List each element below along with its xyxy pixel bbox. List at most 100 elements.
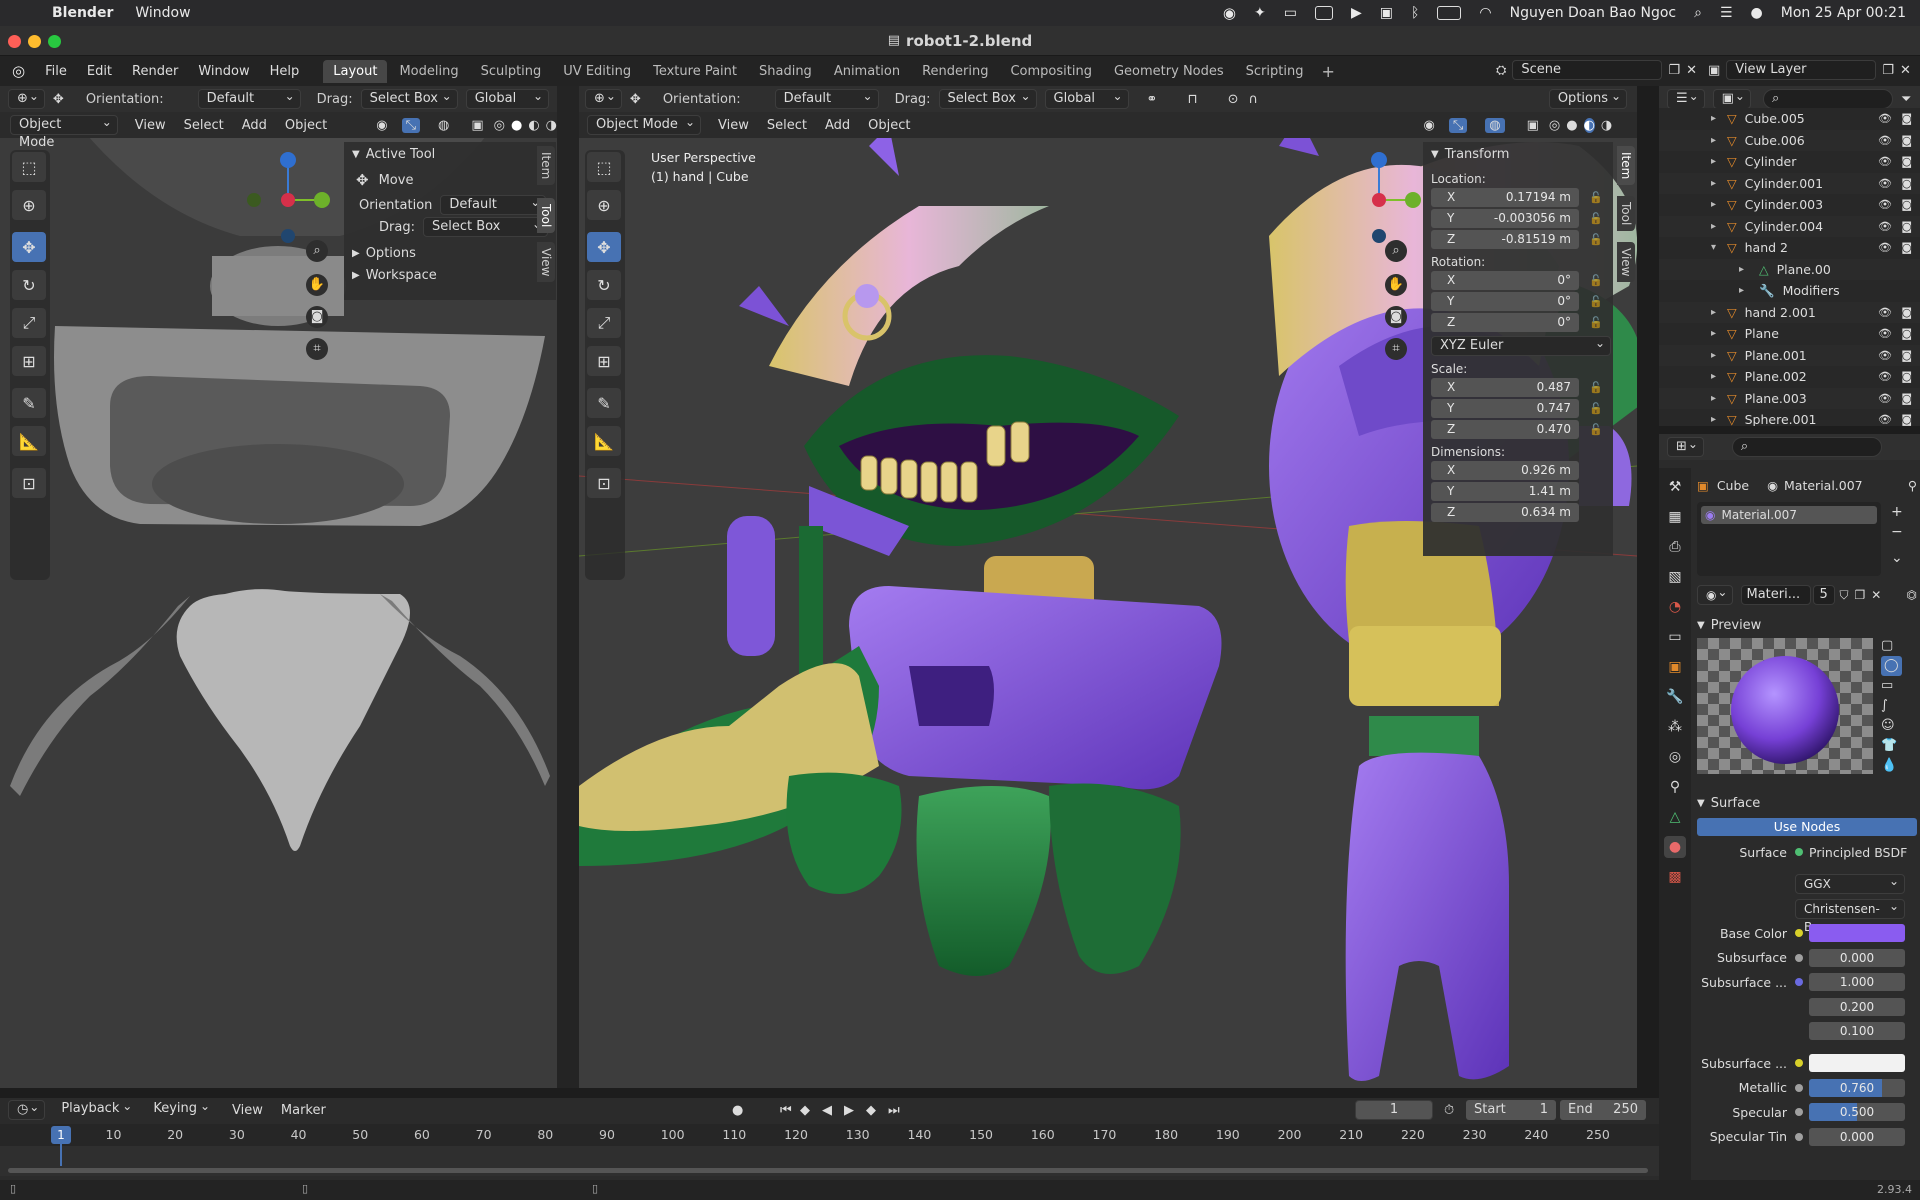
left-drag-dropdown[interactable]: Select Box	[360, 87, 458, 109]
stopwatch-icon[interactable]: ⏱	[1444, 1103, 1454, 1118]
visibility-icon[interactable]: 👁	[1878, 370, 1892, 383]
control-center-icon[interactable]: ☰	[1720, 5, 1733, 21]
outliner-item[interactable]: ▸ ▽ hand 2.001 👁 ◙	[1659, 301, 1920, 323]
main-orientation-dropdown[interactable]: Default	[774, 87, 879, 109]
left-select-box-tool[interactable]: ⬚	[12, 152, 46, 182]
world-props-icon[interactable]: ▭	[1664, 626, 1686, 648]
outliner-item[interactable]: ▸ ▽ Cylinder.004 👁 ◙	[1659, 215, 1920, 237]
main-move-icon[interactable]: ✥	[630, 92, 641, 107]
lock-icon[interactable]: 🔓	[1589, 402, 1603, 415]
tab-layout[interactable]: Layout	[323, 59, 388, 83]
subsurface-radius-z[interactable]: 0.100	[1809, 1022, 1905, 1040]
distribution-dropdown[interactable]: GGX	[1795, 872, 1905, 894]
left-add-cube-tool[interactable]: ⊡	[12, 468, 46, 498]
outliner-item[interactable]: ▸ ▽ Cylinder 👁 ◙	[1659, 151, 1920, 173]
dimensions-z-field[interactable]: Z 0.634 m	[1431, 503, 1579, 522]
jump-start-icon[interactable]: ⏮	[780, 1103, 792, 1118]
rotation-y-field[interactable]: Y 0°	[1431, 292, 1579, 311]
expand-icon[interactable]: ▶	[352, 248, 360, 259]
outliner-item[interactable]: ▾ ▽ hand 2 👁 ◙	[1659, 237, 1920, 259]
render-visibility-icon[interactable]: ◙	[1901, 413, 1912, 426]
left-tab-item[interactable]: Item	[537, 146, 555, 186]
outliner-display-mode[interactable]: ▣	[1712, 87, 1751, 109]
tool-props-icon[interactable]: ⚒	[1664, 476, 1686, 498]
visibility-icon[interactable]: 👁	[1878, 134, 1892, 147]
left-solid-icon[interactable]: ●	[511, 118, 522, 133]
scene-icon[interactable]: ⛭	[1496, 63, 1506, 78]
expand-arrow-icon[interactable]: ▸	[1711, 135, 1716, 146]
main-tab-view[interactable]: View	[1617, 242, 1635, 283]
left-tab-tool[interactable]: Tool	[537, 198, 555, 234]
main-transform-dropdown[interactable]: Global	[1044, 87, 1129, 109]
expand-icon[interactable]: ▶	[352, 270, 360, 281]
main-grid-icon[interactable]: ⌗	[1385, 338, 1407, 360]
siri-icon[interactable]: ●	[1751, 5, 1763, 21]
tab-modeling[interactable]: Modeling	[389, 60, 468, 83]
jump-key-back-icon[interactable]: ◆	[800, 1103, 810, 1118]
preview-sphere-icon[interactable]: ◯	[1881, 656, 1902, 676]
properties-search[interactable]: ⌕	[1731, 437, 1882, 457]
main-viewport[interactable]: ⊕ ✥ Orientation: Default Drag: Select Bo…	[579, 86, 1637, 1088]
location-z-field[interactable]: Z -0.81519 m	[1431, 230, 1579, 249]
menu-help[interactable]: Help	[260, 64, 310, 79]
preview-plane-icon[interactable]: ▢	[1881, 636, 1902, 656]
tab-texture-paint[interactable]: Texture Paint	[643, 60, 747, 83]
maximize-window-button[interactable]	[48, 35, 61, 48]
timeline-scrollbar[interactable]	[8, 1168, 1648, 1173]
remove-slot-icon[interactable]: −	[1891, 522, 1903, 542]
visibility-icon[interactable]: 👁	[1878, 349, 1892, 362]
preview-cube-icon[interactable]: ▭	[1881, 676, 1902, 696]
scale-x-field[interactable]: X 0.487	[1431, 378, 1579, 397]
output-props-icon[interactable]: ⎙	[1664, 536, 1686, 558]
left-menu-view[interactable]: View	[126, 118, 175, 133]
visibility-icon[interactable]: 👁	[1878, 327, 1892, 340]
preview-section[interactable]: Preview	[1711, 618, 1762, 633]
expand-arrow-icon[interactable]: ▸	[1711, 307, 1716, 318]
play-icon[interactable]: ▶	[844, 1103, 854, 1118]
outliner-item[interactable]: ▸ ▽ Cylinder.001 👁 ◙	[1659, 172, 1920, 194]
render-visibility-icon[interactable]: ◙	[1901, 349, 1912, 362]
playback-menu[interactable]: Playback	[53, 1097, 137, 1120]
view-layer-field[interactable]: View Layer	[1726, 60, 1877, 80]
menu-render[interactable]: Render	[122, 64, 188, 79]
preview-cloth-icon[interactable]: 👕	[1881, 736, 1902, 756]
outliner-item[interactable]: ▸ ▽ Cylinder.003 👁 ◙	[1659, 194, 1920, 216]
battery-icon[interactable]	[1437, 6, 1462, 20]
render-visibility-icon[interactable]: ◙	[1901, 220, 1912, 233]
collapse-icon[interactable]: ▼	[1697, 620, 1705, 631]
expand-arrow-icon[interactable]: ▾	[1711, 242, 1716, 253]
left-visibility-icon[interactable]: ◉	[376, 118, 387, 133]
preview-monkey-icon[interactable]: ☺	[1881, 716, 1902, 736]
collapse-icon[interactable]: ▼	[1431, 149, 1439, 160]
modifier-props-icon[interactable]: 🔧	[1664, 686, 1686, 708]
snap-icon[interactable]: ⊓	[1187, 92, 1197, 107]
location-y-field[interactable]: Y -0.003056 m	[1431, 209, 1579, 228]
render-visibility-icon[interactable]: ◙	[1901, 134, 1912, 147]
main-rotate-tool[interactable]: ↻	[587, 270, 621, 300]
outliner-item[interactable]: ▸ ▽ Cube.005 👁 ◙	[1659, 108, 1920, 130]
expand-arrow-icon[interactable]: ▸	[1711, 221, 1716, 232]
shader-dropdown[interactable]: Principled BSDF	[1809, 845, 1907, 860]
main-xray-icon[interactable]: ▣	[1527, 118, 1539, 133]
visibility-icon[interactable]: 👁	[1878, 112, 1892, 125]
left-scale-tool[interactable]: ⤢	[12, 308, 46, 338]
dropbox-icon[interactable]: ✦	[1254, 5, 1266, 21]
main-scale-tool[interactable]: ⤢	[587, 308, 621, 338]
scene-field[interactable]: Scene	[1512, 60, 1663, 80]
scale-y-field[interactable]: Y 0.747	[1431, 399, 1579, 418]
keying-menu[interactable]: Keying	[145, 1097, 215, 1120]
outliner-item[interactable]: ▸ ▽ Cube.006 👁 ◙	[1659, 129, 1920, 151]
render-visibility-icon[interactable]: ◙	[1901, 155, 1912, 168]
particles-props-icon[interactable]: ⁂	[1664, 716, 1686, 738]
active-tool-orientation-dropdown[interactable]: Default	[440, 193, 547, 215]
left-menu-add[interactable]: Add	[233, 118, 276, 133]
tab-geometry-nodes[interactable]: Geometry Nodes	[1104, 60, 1234, 83]
tab-rendering[interactable]: Rendering	[912, 60, 998, 83]
play-reverse-icon[interactable]: ◀	[822, 1103, 832, 1118]
material-users-count[interactable]: 5	[1813, 585, 1836, 605]
main-editor-type[interactable]: ⊕	[585, 87, 622, 109]
render-props-icon[interactable]: ▦	[1664, 506, 1686, 528]
current-frame-field[interactable]: 1	[1355, 1100, 1433, 1120]
base-color-swatch[interactable]	[1809, 924, 1905, 942]
main-options-dropdown[interactable]: Options	[1548, 87, 1627, 109]
